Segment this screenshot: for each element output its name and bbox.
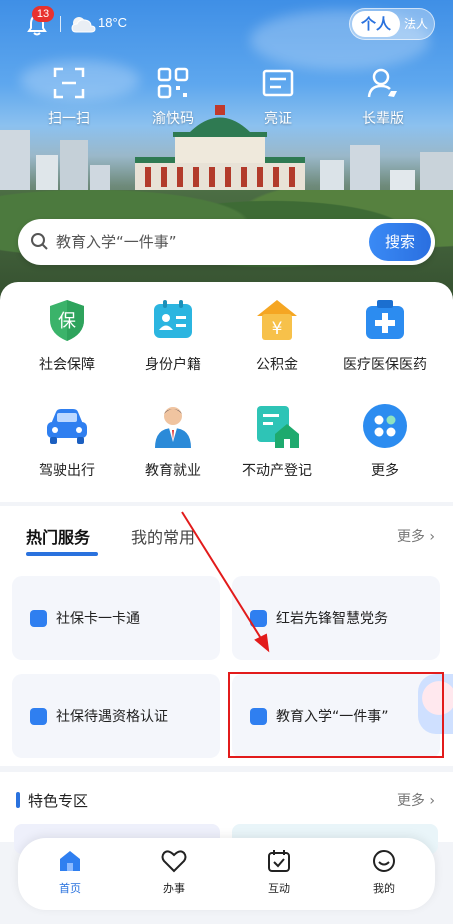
quick-action-show-id[interactable]: 亮证 xyxy=(233,66,323,128)
nav-label: 互动 xyxy=(268,882,290,895)
smile-icon xyxy=(373,850,395,872)
scan-icon xyxy=(53,67,85,99)
service-label: 驾驶出行 xyxy=(39,463,95,479)
quick-action-label: 渝快码 xyxy=(152,111,194,127)
service-card-label: 社保待遇资格认证 xyxy=(56,709,168,725)
divider xyxy=(60,16,61,32)
more-label: 更多 xyxy=(396,793,425,809)
highlight-box xyxy=(228,672,444,758)
nav-interact[interactable]: 互动 xyxy=(249,848,309,896)
identity-icon xyxy=(154,300,192,338)
medical-icon xyxy=(366,300,404,339)
special-zone-section: 特色专区 更多 › xyxy=(0,772,453,854)
certification-icon xyxy=(30,708,47,725)
quick-action-label: 亮证 xyxy=(264,111,292,127)
service-card-label: 社保卡一卡通 xyxy=(56,611,140,627)
service-label: 更多 xyxy=(371,463,399,479)
svg-text:保: 保 xyxy=(58,311,76,332)
party-service-icon xyxy=(250,610,267,627)
qr-code-icon xyxy=(157,67,189,99)
mode-personal[interactable]: 个人 xyxy=(352,11,400,37)
chevron-right-icon: › xyxy=(429,793,435,809)
service-label: 公积金 xyxy=(256,357,298,373)
service-grid: 保 社会保障 身份户籍 ¥ 公积金 医疗医保医药 驾驶出行 教育就业 不动产登记… xyxy=(0,282,453,502)
service-medical[interactable]: 医疗医保医药 xyxy=(330,296,440,374)
service-education[interactable]: 教育就业 xyxy=(118,402,228,480)
search-bar[interactable]: 教育入学“一件事” 搜索 xyxy=(18,219,435,265)
heart-icon xyxy=(161,850,187,873)
nav-services[interactable]: 办事 xyxy=(144,848,204,896)
service-label: 不动产登记 xyxy=(242,463,312,479)
service-card-label: 红岩先锋智慧党务 xyxy=(276,611,388,627)
service-card[interactable]: 红岩先锋智慧党务 xyxy=(232,576,440,660)
quick-action-scan[interactable]: 扫一扫 xyxy=(24,66,114,128)
nav-label: 办事 xyxy=(163,882,185,895)
service-identity[interactable]: 身份户籍 xyxy=(118,296,228,374)
service-label: 社会保障 xyxy=(39,357,95,373)
nav-mine[interactable]: 我的 xyxy=(354,848,414,896)
service-more[interactable]: 更多 xyxy=(330,402,440,480)
more-label: 更多 xyxy=(396,529,425,545)
quick-actions: 扫一扫 渝快码 亮证 长辈版 xyxy=(0,66,453,136)
notification-badge: 13 xyxy=(32,6,54,22)
education-icon xyxy=(155,407,191,448)
nav-label: 首页 xyxy=(59,882,81,895)
id-card-icon xyxy=(262,69,294,97)
quick-action-label: 长辈版 xyxy=(362,111,404,127)
service-card[interactable]: 社保待遇资格认证 xyxy=(12,674,220,758)
service-driving[interactable]: 驾驶出行 xyxy=(12,402,122,480)
car-icon xyxy=(47,409,87,444)
real-estate-icon xyxy=(257,406,299,448)
calendar-check-icon xyxy=(268,850,290,872)
section-marker xyxy=(16,792,20,808)
status-row: 13 18°C 个人 法人 xyxy=(0,6,453,40)
active-tab-indicator xyxy=(26,552,98,556)
tab-my-frequent[interactable]: 我的常用 xyxy=(131,524,195,548)
service-label: 医疗医保医药 xyxy=(343,357,427,373)
search-icon xyxy=(31,233,48,250)
social-security-icon: 保 xyxy=(50,300,84,341)
housing-fund-icon: ¥ xyxy=(257,300,297,340)
home-icon xyxy=(60,851,80,871)
chevron-right-icon: › xyxy=(429,529,435,545)
hot-services-more-link[interactable]: 更多 › xyxy=(397,526,435,546)
temperature: 18°C xyxy=(98,15,128,30)
nav-home[interactable]: 首页 xyxy=(40,848,100,896)
svg-text:¥: ¥ xyxy=(272,319,283,339)
quick-action-elder[interactable]: 长辈版 xyxy=(338,66,428,128)
elder-icon xyxy=(367,68,397,98)
service-card[interactable]: 社保卡一卡通 xyxy=(12,576,220,660)
search-button[interactable]: 搜索 xyxy=(369,223,431,261)
cloudy-weather-icon xyxy=(71,17,96,33)
service-housing-fund[interactable]: ¥ 公积金 xyxy=(222,296,332,374)
mode-toggle[interactable]: 个人 法人 xyxy=(349,8,435,40)
search-input[interactable]: 教育入学“一件事” xyxy=(56,231,177,252)
mode-corporate[interactable]: 法人 xyxy=(404,9,428,39)
tab-hot-services[interactable]: 热门服务 xyxy=(26,524,90,548)
nav-label: 我的 xyxy=(373,882,395,895)
service-real-estate[interactable]: 不动产登记 xyxy=(222,402,332,480)
special-zone-more-link[interactable]: 更多 › xyxy=(397,790,435,810)
bottom-nav: 首页 办事 互动 我的 xyxy=(18,838,435,910)
social-card-icon xyxy=(30,610,47,627)
quick-action-qr[interactable]: 渝快码 xyxy=(128,66,218,128)
service-label: 身份户籍 xyxy=(145,357,201,373)
service-social-security[interactable]: 保 社会保障 xyxy=(12,296,122,374)
special-zone-title: 特色专区 xyxy=(28,792,89,810)
service-label: 教育就业 xyxy=(145,463,201,479)
quick-action-label: 扫一扫 xyxy=(48,111,90,127)
more-icon xyxy=(363,404,407,448)
